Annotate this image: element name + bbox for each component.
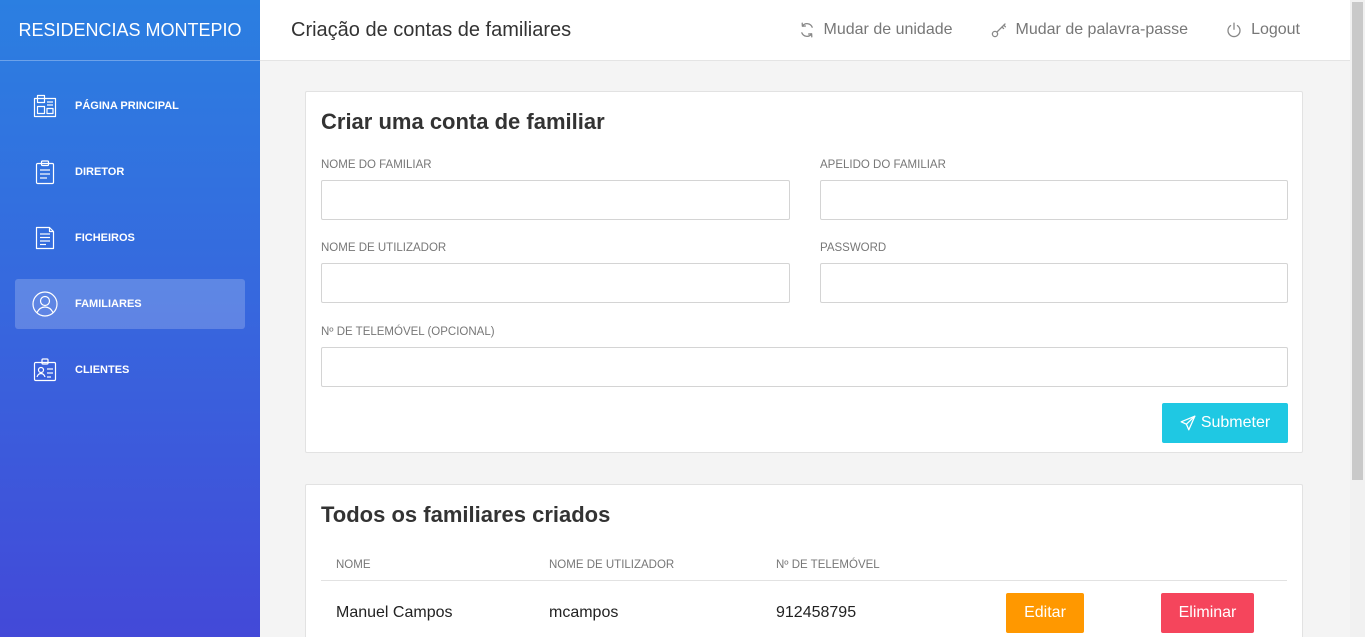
power-icon <box>1226 22 1242 38</box>
username-label: NOME DE UTILIZADOR <box>321 242 447 254</box>
submit-label: Submeter <box>1200 414 1271 431</box>
page-title: Criação de contas de familiares <box>291 19 572 41</box>
password-label: PASSWORD <box>820 242 887 254</box>
dashboard-icon <box>31 92 59 120</box>
username-field[interactable] <box>321 263 790 303</box>
table-header-row: NOME NOME DE UTILIZADOR Nº DE TELEMÓVEL <box>321 550 1287 581</box>
submit-button[interactable]: Submeter <box>1162 403 1288 443</box>
column-header-name: NOME <box>321 550 534 581</box>
cell-edit: Editar <box>991 581 1146 633</box>
table-row: Manuel Campos mcampos 912458795 Editar E… <box>321 581 1287 633</box>
change-password-label: Mudar de palavra-passe <box>1015 21 1189 38</box>
family-table: NOME NOME DE UTILIZADOR Nº DE TELEMÓVEL … <box>321 550 1287 633</box>
sidebar-item-pagina-principal[interactable]: PÁGINA PRINCIPAL <box>15 81 245 131</box>
column-header-edit <box>991 550 1146 581</box>
sidebar-item-label: FAMILIARES <box>75 298 142 310</box>
last-name-label: APELIDO DO FAMILIAR <box>820 159 946 171</box>
change-unit-link[interactable]: Mudar de unidade <box>799 21 953 39</box>
brand-title[interactable]: RESIDENCIAS MONTEPIO <box>0 0 260 61</box>
scrollbar-thumb[interactable] <box>1352 2 1363 480</box>
card-title: Criar uma conta de familiar <box>321 109 605 134</box>
password-field[interactable] <box>820 263 1288 303</box>
cell-delete: Eliminar <box>1146 581 1287 633</box>
last-name-field[interactable] <box>820 180 1288 220</box>
sidebar-item-familiares[interactable]: FAMILIARES <box>15 279 245 329</box>
cell-phone: 912458795 <box>776 604 857 621</box>
document-icon <box>31 224 59 252</box>
top-actions: Mudar de unidade Mudar de palavra-passe <box>799 0 1300 60</box>
phone-label: Nº DE TELEMÓVEL (OPCIONAL) <box>321 326 495 338</box>
card-title: Todos os familiares criados <box>321 502 611 527</box>
phone-field[interactable] <box>321 347 1288 387</box>
delete-button[interactable]: Eliminar <box>1161 593 1254 633</box>
sidebar: RESIDENCIAS MONTEPIO PÁGINA PRINCIPAL DI… <box>0 0 260 637</box>
edit-button[interactable]: Editar <box>1006 593 1084 633</box>
clipboard-icon <box>31 158 59 186</box>
column-header-username: NOME DE UTILIZADOR <box>534 550 761 581</box>
top-bar: Criação de contas de familiares Mudar de… <box>260 0 1350 61</box>
sidebar-item-label: DIRETOR <box>75 166 125 178</box>
key-icon <box>991 22 1007 38</box>
change-password-link[interactable]: Mudar de palavra-passe <box>991 21 1189 39</box>
cell-name: Manuel Campos <box>336 604 453 621</box>
family-list-card: Todos os familiares criados NOME NOME DE… <box>305 484 1303 637</box>
sidebar-item-label: CLIENTES <box>75 364 130 376</box>
change-unit-label: Mudar de unidade <box>823 21 953 38</box>
vertical-scrollbar[interactable] <box>1350 0 1365 637</box>
sidebar-item-clientes[interactable]: CLIENTES <box>15 345 245 395</box>
id-card-icon <box>31 356 59 384</box>
column-header-phone: Nº DE TELEMÓVEL <box>761 550 991 581</box>
column-header-delete <box>1146 550 1287 581</box>
sidebar-item-ficheiros[interactable]: FICHEIROS <box>15 213 245 263</box>
cell-username: mcampos <box>549 604 619 621</box>
user-circle-icon <box>31 290 59 318</box>
first-name-field[interactable] <box>321 180 790 220</box>
refresh-icon <box>799 22 815 38</box>
sidebar-item-label: FICHEIROS <box>75 232 135 244</box>
sidebar-item-diretor[interactable]: DIRETOR <box>15 147 245 197</box>
logout-label: Logout <box>1251 21 1300 38</box>
create-family-account-card: Criar uma conta de familiar NOME DO FAMI… <box>305 91 1303 453</box>
paper-plane-icon <box>1180 415 1196 431</box>
first-name-label: NOME DO FAMILIAR <box>321 159 432 171</box>
logout-link[interactable]: Logout <box>1226 21 1300 39</box>
sidebar-item-label: PÁGINA PRINCIPAL <box>75 100 179 112</box>
